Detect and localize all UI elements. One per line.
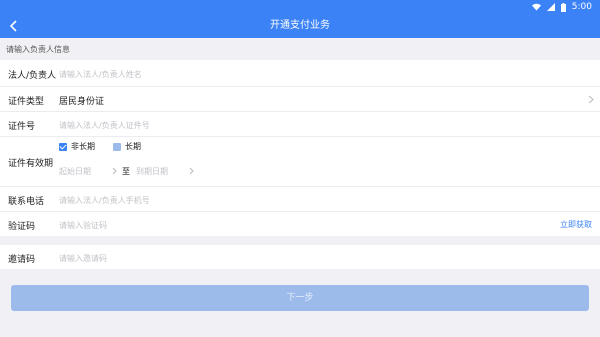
permanent-label: 长期 xyxy=(125,142,141,151)
battery-icon xyxy=(560,2,566,12)
date-separator: 至 xyxy=(122,167,130,176)
id-type-select[interactable]: 居民身份证 xyxy=(59,94,104,107)
code-input[interactable]: 请输入验证码 xyxy=(59,220,107,231)
id-type-label: 证件类型 xyxy=(8,97,45,107)
validity-label: 证件有效期 xyxy=(8,159,54,169)
id-number-input[interactable]: 请输入法人/负责人证件号 xyxy=(59,120,150,131)
wifi-icon xyxy=(531,3,541,11)
phone-input[interactable]: 请输入法人/负责人手机号 xyxy=(59,195,150,206)
validity-options: 非长期 长期 xyxy=(59,141,141,152)
phone-label: 联系电话 xyxy=(8,197,45,207)
start-date-picker[interactable]: 起始日期 xyxy=(59,166,91,177)
status-bar: 5:00 xyxy=(0,0,600,14)
code-row[interactable]: 验证码 请输入验证码 立即获取 xyxy=(0,212,600,236)
chevron-right-icon xyxy=(588,95,594,104)
chevron-right-icon xyxy=(112,167,117,175)
id-number-label: 证件号 xyxy=(8,122,36,132)
phone-row[interactable]: 联系电话 请输入法人/负责人手机号 xyxy=(0,187,600,212)
permanent-checkbox[interactable] xyxy=(113,142,121,151)
id-type-row[interactable]: 证件类型 居民身份证 xyxy=(0,87,600,112)
chevron-right-icon xyxy=(189,167,194,175)
next-button[interactable]: 下一步 xyxy=(11,285,589,311)
legal-person-label: 法人/负责人 xyxy=(8,71,57,81)
section-hint: 请输入负责人信息 xyxy=(6,45,70,54)
non-permanent-label: 非长期 xyxy=(71,142,95,151)
invite-input[interactable]: 请输入邀请码 xyxy=(59,253,107,264)
non-permanent-checkbox[interactable] xyxy=(59,142,67,151)
get-code-button[interactable]: 立即获取 xyxy=(560,219,592,230)
page-title: 开通支付业务 xyxy=(270,20,330,31)
invite-label: 邀请码 xyxy=(8,255,36,265)
legal-person-row[interactable]: 法人/负责人 请输入法人/负责人姓名 xyxy=(0,60,600,87)
id-number-row[interactable]: 证件号 请输入法人/负责人证件号 xyxy=(0,112,600,137)
legal-person-input[interactable]: 请输入法人/负责人姓名 xyxy=(59,69,142,80)
end-date-picker[interactable]: 到期日期 xyxy=(136,166,168,177)
status-time: 5:00 xyxy=(571,2,592,12)
signal-icon xyxy=(546,3,555,11)
code-label: 验证码 xyxy=(8,222,36,232)
invite-row[interactable]: 邀请码 请输入邀请码 xyxy=(0,245,600,269)
app-bar: 开通支付业务 xyxy=(0,14,600,38)
